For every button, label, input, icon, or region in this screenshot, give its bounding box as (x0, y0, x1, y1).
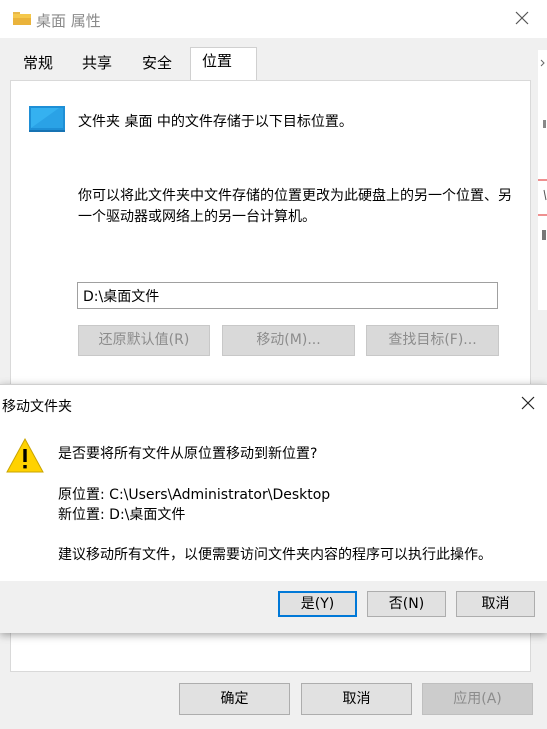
move-folder-dialog: 移动文件夹 是否要将所有文件从原位置移动到新位置? 原位置: C:\Users\… (0, 384, 547, 633)
tab-location[interactable]: 位置 (202, 50, 232, 71)
cancel-button[interactable]: 取消 (301, 683, 412, 715)
monitor-icon (29, 106, 65, 132)
close-icon[interactable] (518, 393, 538, 413)
move-question: 是否要将所有文件从原位置移动到新位置? (58, 446, 318, 462)
original-location: 原位置: C:\Users\Administrator\Desktop (58, 487, 331, 503)
tab-general[interactable]: 常规 (23, 52, 53, 73)
dialog-title: 移动文件夹 (2, 399, 72, 415)
move-button[interactable]: 移动(M)... (222, 325, 355, 356)
tab-sharing[interactable]: 共享 (82, 52, 112, 73)
restore-default-button[interactable]: 还原默认值(R) (78, 325, 210, 356)
window-title: 桌面 属性 (36, 12, 101, 30)
find-target-button[interactable]: 查找目标(F)... (366, 325, 499, 356)
background-window-edge (538, 50, 547, 310)
tab-security[interactable]: 安全 (142, 52, 172, 73)
dialog-cancel-button[interactable]: 取消 (456, 591, 535, 617)
yes-button[interactable]: 是(Y) (278, 591, 357, 617)
move-advice: 建议移动所有文件，以便需要访问文件夹内容的程序可以执行此操作。 (58, 547, 492, 563)
apply-button[interactable]: 应用(A) (422, 683, 533, 715)
warning-icon (6, 437, 44, 473)
location-explanation: 你可以将此文件夹中文件存储的位置更改为此硬盘上的另一个位置、另一个驱动器或网络上… (78, 188, 512, 225)
ok-button[interactable]: 确定 (179, 683, 290, 715)
folder-icon (13, 12, 31, 25)
location-description: 文件夹 桌面 中的文件存储于以下目标位置。 (78, 114, 353, 130)
new-location: 新位置: D:\桌面文件 (58, 507, 186, 523)
close-icon[interactable] (512, 8, 532, 28)
no-button[interactable]: 否(N) (367, 591, 446, 617)
path-input[interactable] (77, 282, 498, 309)
properties-titlebar: 桌面 属性 (0, 0, 547, 38)
